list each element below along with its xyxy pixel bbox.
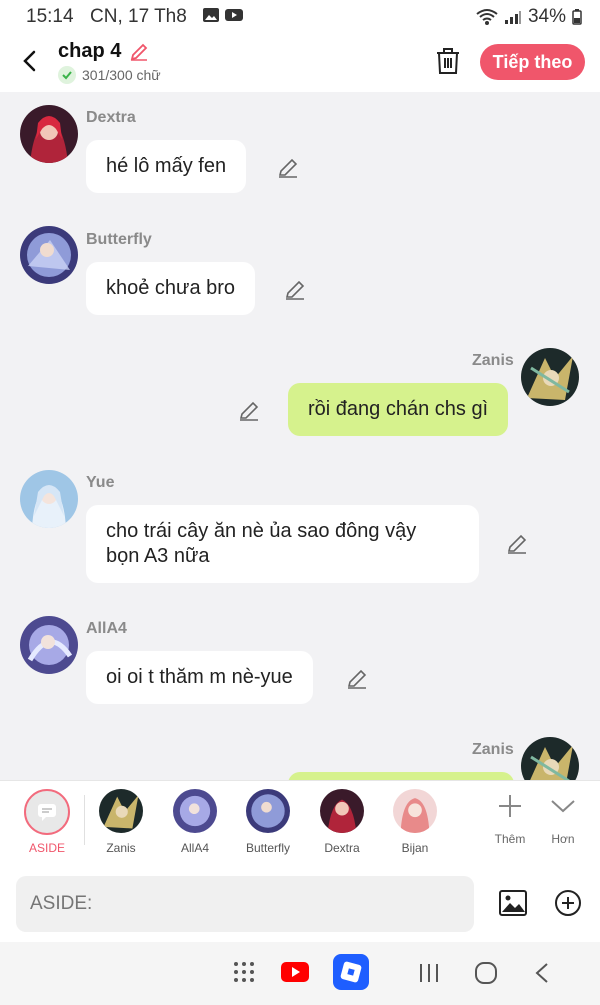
battery-percent: 34%	[527, 6, 566, 27]
edit-message-icon[interactable]	[238, 400, 260, 422]
chat-bubble-icon	[38, 804, 56, 821]
avatar-yue[interactable]	[20, 470, 78, 528]
character-name: Bijan	[401, 841, 429, 855]
message-line: cho trái cây ăn nè ủa sao đông vậy	[106, 520, 417, 542]
avatar-zanis[interactable]	[521, 348, 579, 406]
edit-message-icon[interactable]	[346, 668, 368, 690]
character-alla4[interactable]: AllA4	[165, 789, 225, 855]
app-header: chap 4 301/300 chữ Tiếp theo	[0, 34, 600, 92]
character-bar: ASIDE Zanis AllA4 Butterfly Dextra Bijan…	[0, 780, 600, 866]
plus-icon	[499, 795, 521, 817]
avatar-butterfly[interactable]	[20, 226, 78, 284]
battery-icon	[572, 9, 582, 25]
input-bar	[0, 866, 600, 942]
edit-title-icon[interactable]	[129, 42, 149, 62]
character-name: Butterfly	[245, 841, 290, 855]
signal-icon	[504, 11, 521, 24]
trash-icon[interactable]	[434, 46, 462, 76]
youtube-app-icon[interactable]	[281, 962, 309, 982]
app-grid-icon[interactable]	[232, 960, 256, 984]
message-input[interactable]	[16, 876, 474, 932]
word-count-text: 301/300 chữ	[82, 67, 161, 83]
chapter-title-row[interactable]: chap 4	[58, 40, 149, 63]
add-circle-icon[interactable]	[553, 888, 583, 918]
message-line: bọn A3 nữa	[106, 545, 210, 567]
character-aside[interactable]: ASIDE	[17, 789, 77, 855]
avatar-bijan	[393, 789, 437, 833]
message-bubble[interactable]: khoẻ chưa bro	[86, 262, 256, 315]
sender-name: Yue	[86, 474, 115, 491]
edit-message-icon[interactable]	[277, 157, 299, 179]
more-label: Hơn	[551, 832, 575, 846]
message-bubble[interactable]: oi oi t thăm m nè-yue	[86, 651, 313, 704]
next-button[interactable]: Tiếp theo	[480, 44, 585, 80]
status-right: 34%	[476, 6, 582, 28]
message-bubble[interactable]: hé lô mấy fen	[86, 140, 247, 193]
system-nav-bar	[0, 942, 600, 1005]
youtube-notification-icon	[225, 9, 243, 21]
character-name: Dextra	[324, 841, 360, 855]
add-label: Thêm	[494, 832, 526, 846]
gallery-notification-icon	[203, 8, 219, 22]
notification-icons	[202, 7, 244, 23]
avatar-alla4	[173, 789, 217, 833]
avatar-butterfly	[246, 789, 290, 833]
message-bubble[interactable]: cho trái cây ăn nè ủa sao đông vậy bọn A…	[86, 505, 479, 583]
back-nav-icon[interactable]	[534, 962, 550, 984]
sender-name: AllA4	[86, 620, 127, 637]
aside-avatar	[24, 789, 70, 835]
character-name: AllA4	[180, 841, 209, 855]
chevron-down-icon	[551, 800, 575, 813]
character-bijan[interactable]: Bijan	[385, 789, 445, 855]
avatar-zanis	[99, 789, 143, 833]
sender-name: Dextra	[86, 109, 136, 126]
divider	[84, 795, 85, 845]
status-time: 15:14	[26, 6, 74, 27]
word-count: 301/300 chữ	[58, 66, 161, 84]
wifi-icon	[476, 9, 498, 25]
recent-apps-icon[interactable]	[418, 962, 440, 984]
sender-name: Zanis	[472, 352, 514, 369]
roblox-app-icon[interactable]	[333, 954, 369, 990]
edit-message-icon[interactable]	[284, 279, 306, 301]
sender-name: Zanis	[472, 741, 514, 758]
sender-name: Butterfly	[86, 231, 152, 248]
character-butterfly[interactable]: Butterfly	[238, 789, 298, 855]
message-bubble-mine[interactable]: rồi đang chán chs gì	[288, 383, 509, 436]
character-name: Zanis	[106, 841, 136, 855]
home-icon[interactable]	[474, 961, 498, 985]
character-zanis[interactable]: Zanis	[91, 789, 151, 855]
avatar-zanis[interactable]	[521, 737, 579, 780]
chapter-title: chap 4	[58, 40, 122, 62]
edit-message-icon[interactable]	[506, 533, 528, 555]
more-characters-button[interactable]: Hơn	[543, 791, 583, 846]
avatar-dextra[interactable]	[20, 105, 78, 163]
message-bubble-mine[interactable]	[288, 772, 514, 780]
chat-area[interactable]: Dextra hé lô mấy fen Butterfly khoẻ chưa…	[0, 92, 600, 780]
status-bar: 15:14 CN, 17 Th8 34%	[0, 0, 600, 34]
image-icon[interactable]	[498, 888, 528, 918]
character-dextra[interactable]: Dextra	[312, 789, 372, 855]
back-icon[interactable]	[18, 46, 42, 76]
check-icon	[58, 66, 76, 84]
avatar-alla4[interactable]	[20, 616, 78, 674]
avatar-dextra	[320, 789, 364, 833]
add-character-button[interactable]: Thêm	[490, 791, 530, 846]
status-date: CN, 17 Th8	[90, 6, 187, 27]
character-name: ASIDE	[28, 841, 65, 855]
